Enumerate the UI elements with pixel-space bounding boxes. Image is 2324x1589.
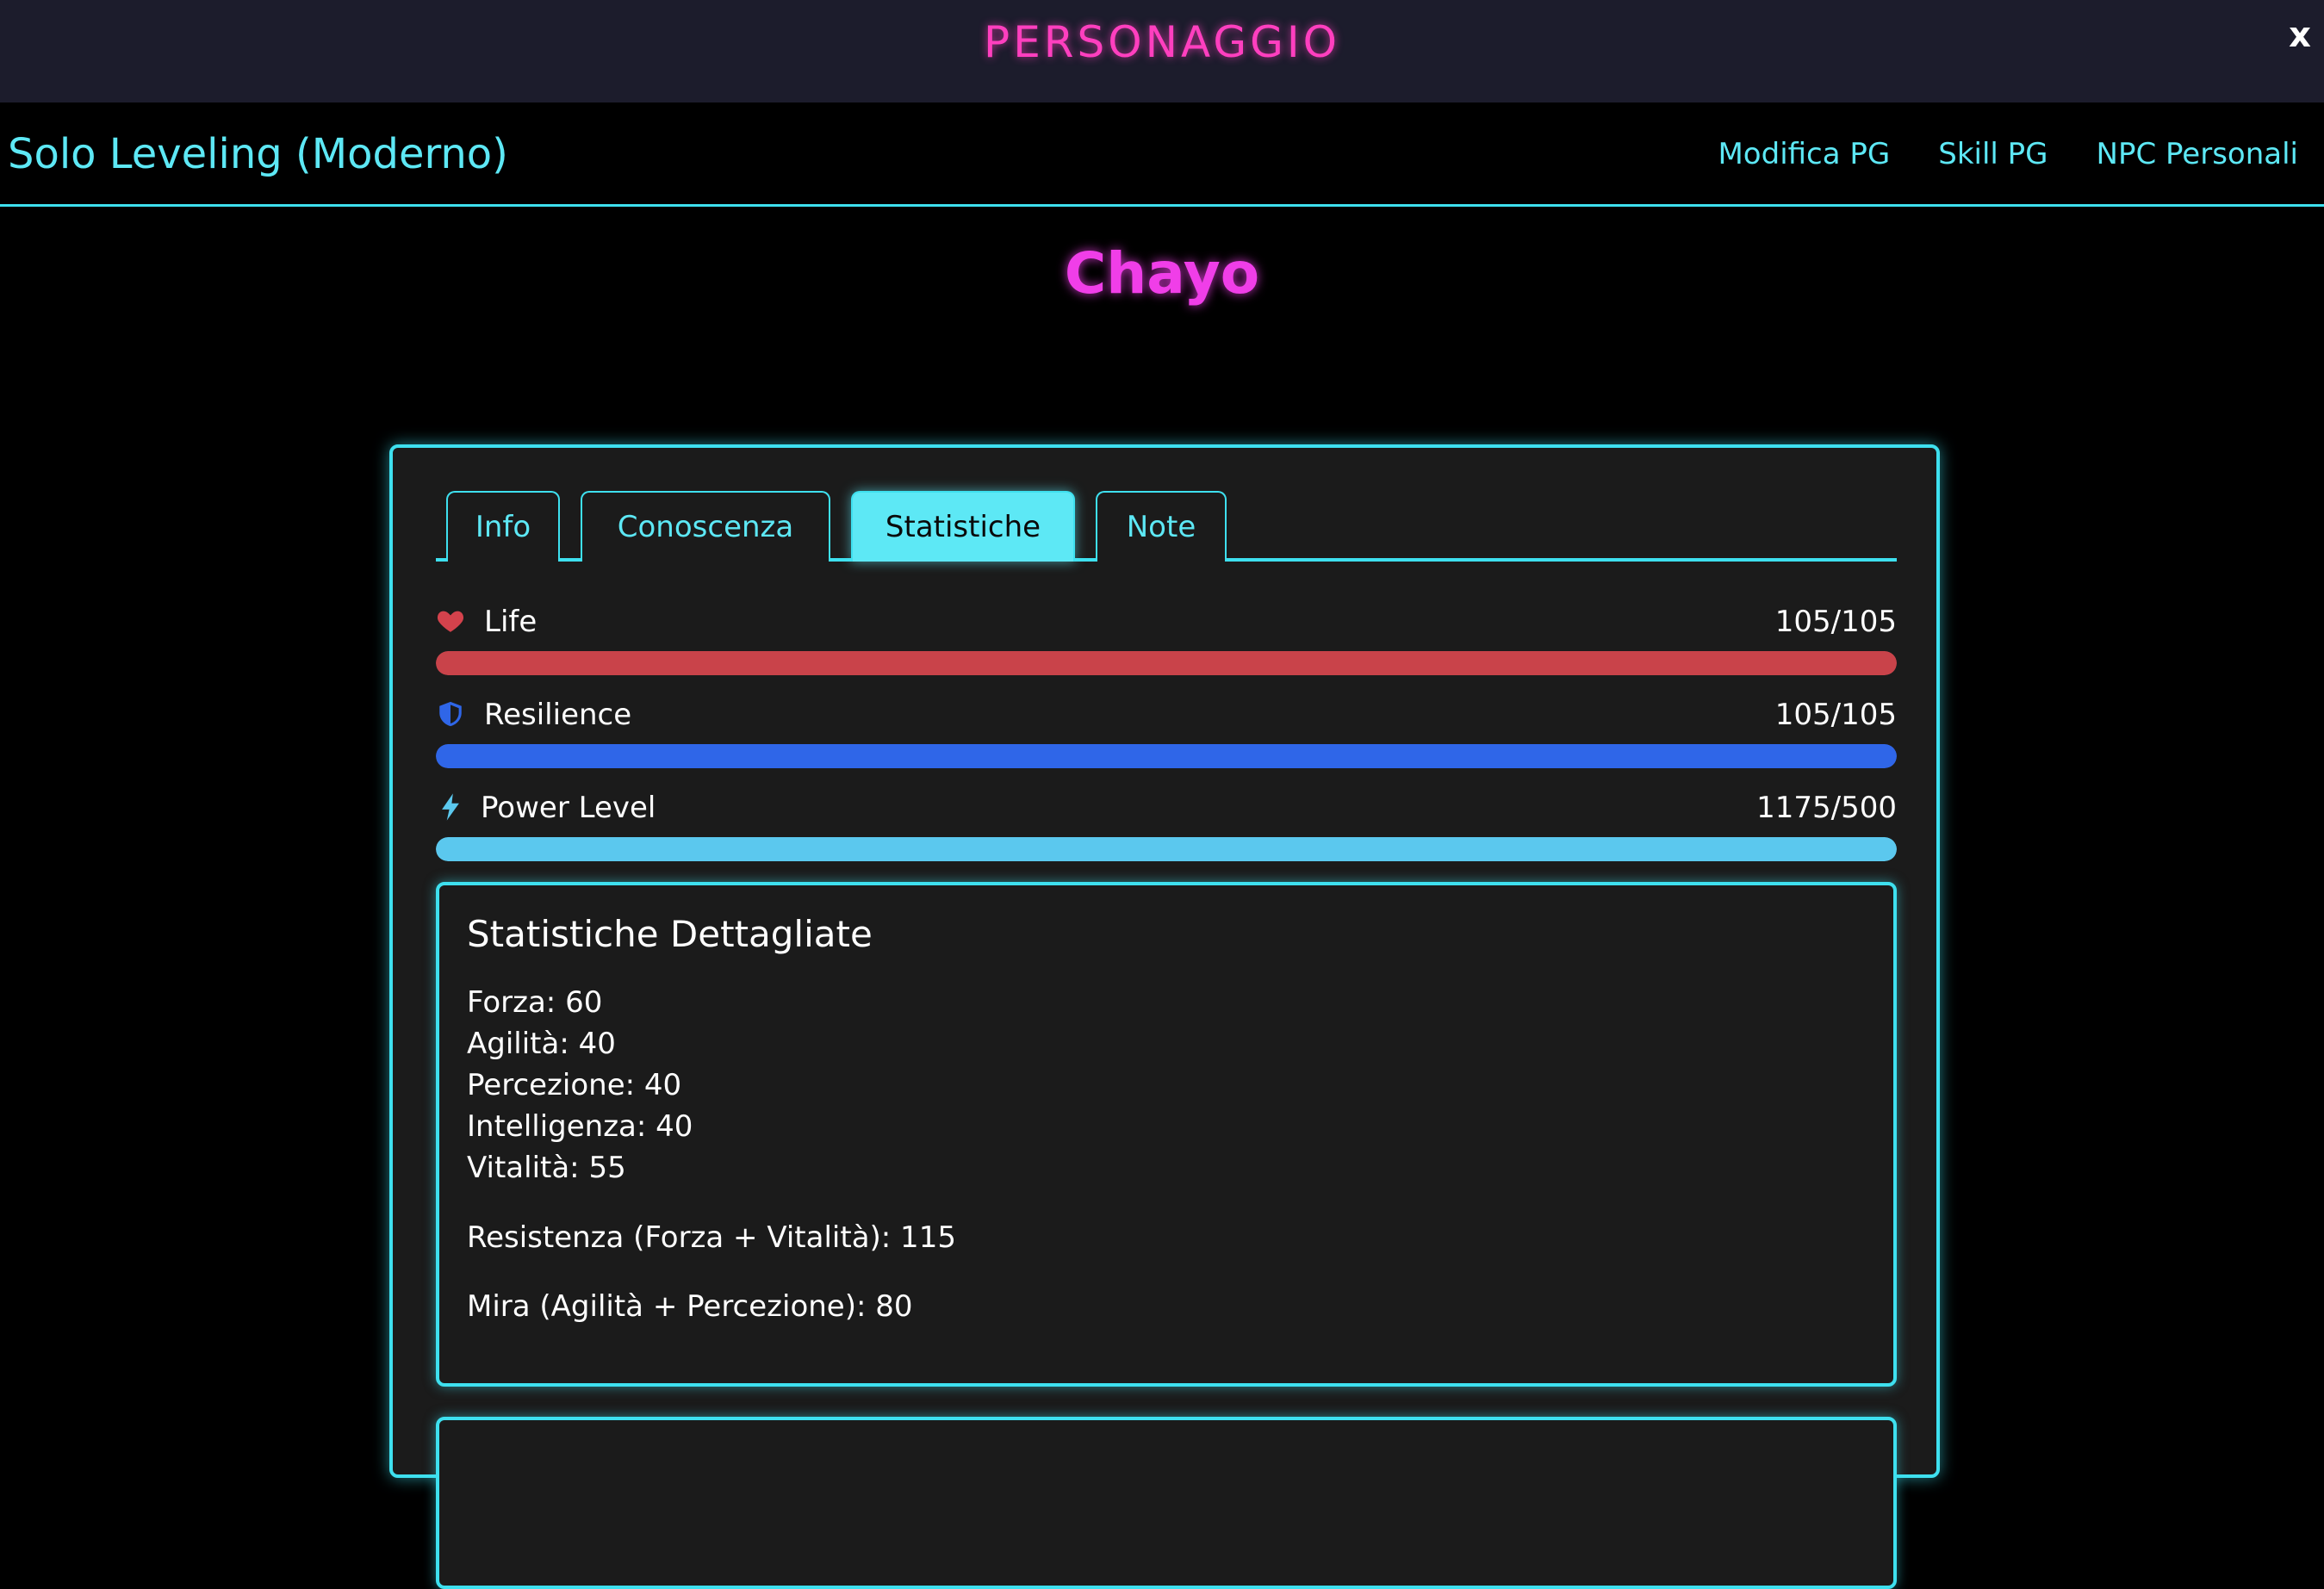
stat-value: 105/105 (1774, 698, 1897, 732)
character-name: Chayo (1064, 240, 1260, 307)
stat-intelligenza: Intelligenza: 40 (467, 1109, 693, 1144)
details-title: Statistiche Dettagliate (467, 913, 873, 955)
stat-percezione: Percezione: 40 (467, 1068, 682, 1102)
stat-power-level: Power Level 1175/500 (436, 789, 1897, 861)
character-panel: Info Conoscenza Statistiche Note Life 10… (389, 444, 1940, 1589)
stat-label: Resilience (484, 698, 632, 732)
nav-link-npc-personali[interactable]: NPC Personali (2097, 135, 2298, 173)
stat-value: 105/105 (1774, 605, 1897, 639)
nav-link-modifica-pg[interactable]: Modifica PG (1718, 135, 1890, 173)
tab-statistiche[interactable]: Statistiche (851, 491, 1075, 562)
tab-info[interactable]: Info (446, 491, 560, 562)
detailed-stats-box: Statistiche Dettagliate Forza: 60 Agilit… (436, 882, 1897, 1387)
stat-label: Life (484, 605, 538, 639)
heart-icon (436, 606, 465, 636)
tab-conoscenza[interactable]: Conoscenza (581, 491, 830, 562)
stat-life: Life 105/105 (436, 603, 1897, 675)
stat-value: 1175/500 (1756, 791, 1897, 825)
window-title: PERSONAGGIO (984, 17, 1340, 67)
stat-forza: Forza: 60 (467, 985, 603, 1020)
nav-bar: Solo Leveling (Moderno) Modifica PG Skil… (0, 102, 2324, 207)
tab-bar: Info Conoscenza Statistiche Note (436, 491, 1897, 562)
life-bar-fill (436, 651, 1897, 675)
next-section-box (436, 1417, 1897, 1589)
stat-agilita: Agilità: 40 (467, 1027, 616, 1061)
nav-link-skill-pg[interactable]: Skill PG (1938, 135, 2047, 173)
shield-icon (436, 699, 465, 729)
tab-note[interactable]: Note (1096, 491, 1227, 562)
close-button[interactable]: x (2283, 14, 2317, 57)
life-bar (436, 651, 1897, 675)
nav-links: Modifica PG Skill PG NPC Personali (1718, 135, 2298, 173)
stat-vitalita: Vitalità: 55 (467, 1151, 626, 1185)
lightning-icon (436, 792, 465, 822)
stat-label: Power Level (481, 791, 656, 825)
power-level-bar-fill (436, 837, 1897, 861)
title-bar: PERSONAGGIO x (0, 0, 2324, 102)
stat-resilience: Resilience 105/105 (436, 696, 1897, 768)
power-level-bar (436, 837, 1897, 861)
resilience-bar (436, 744, 1897, 768)
resilience-bar-fill (436, 744, 1897, 768)
nav-brand[interactable]: Solo Leveling (Moderno) (8, 128, 508, 180)
stat-resistenza: Resistenza (Forza + Vitalità): 115 (467, 1220, 956, 1255)
stat-mira: Mira (Agilità + Percezione): 80 (467, 1289, 913, 1324)
